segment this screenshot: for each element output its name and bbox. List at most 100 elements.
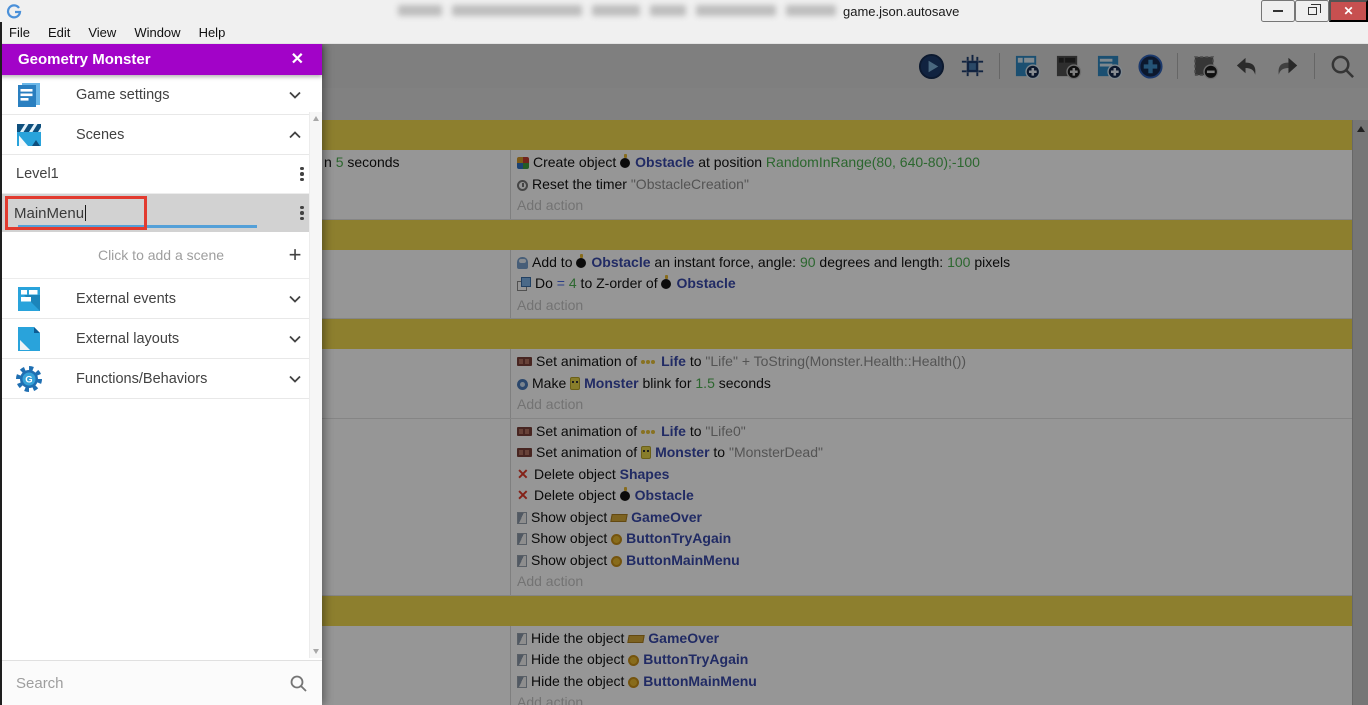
chevron-down-icon bbox=[282, 82, 308, 108]
menu-bar: File Edit View Window Help bbox=[0, 22, 1368, 44]
panel-item-external-layouts[interactable]: External layouts bbox=[0, 319, 322, 359]
action-line[interactable]: Reset the timer "ObstacleCreation" bbox=[517, 174, 1352, 196]
actions-column[interactable]: Hide the object GameOver Hide the object … bbox=[511, 626, 1352, 705]
event-group-bar[interactable] bbox=[322, 219, 1352, 250]
event-group-bar[interactable] bbox=[322, 595, 1352, 626]
show-icon bbox=[517, 511, 527, 524]
text-segment: 4 bbox=[568, 275, 577, 291]
scene-rename-input[interactable]: MainMenu bbox=[14, 204, 290, 222]
panel-item-functions-behaviors[interactable]: G Functions/Behaviors bbox=[0, 359, 322, 399]
add-circle-button[interactable] bbox=[1136, 52, 1164, 80]
actions-column[interactable]: Set animation of Life to "Life" + ToStri… bbox=[511, 349, 1352, 418]
add-action-link[interactable]: Add action bbox=[517, 571, 1352, 593]
text-segment: an instant force, angle: bbox=[650, 253, 800, 270]
actions-column[interactable]: Create object Obstacle at position Rando… bbox=[511, 150, 1352, 219]
conditions-column[interactable] bbox=[322, 349, 511, 418]
action-line[interactable]: Delete object Obstacle bbox=[517, 485, 1352, 507]
text-caret bbox=[85, 204, 87, 221]
scroll-up-icon bbox=[313, 116, 319, 121]
text-segment: ButtonTryAgain bbox=[643, 651, 749, 667]
restore-button[interactable] bbox=[1295, 0, 1329, 22]
add-comment-button[interactable] bbox=[1095, 52, 1123, 80]
scene-item-mainmenu-editing[interactable]: MainMenu bbox=[0, 194, 322, 232]
add-scene-row[interactable]: Click to add a scene + bbox=[0, 232, 322, 279]
event-group-bar[interactable] bbox=[322, 120, 1352, 150]
action-line[interactable]: Show object GameOver bbox=[517, 507, 1352, 529]
text-segment: Hide the object bbox=[531, 651, 629, 667]
event-row[interactable]: Set animation of Life to "Life0" Set anim… bbox=[322, 418, 1352, 596]
action-line[interactable]: Show object ButtonMainMenu bbox=[517, 550, 1352, 572]
panel-item-game-settings[interactable]: Game settings bbox=[0, 75, 322, 115]
event-row[interactable]: Add to Obstacle an instant force, angle:… bbox=[322, 249, 1352, 319]
action-line[interactable]: Add to Obstacle an instant force, angle:… bbox=[517, 252, 1352, 274]
event-group-bar[interactable] bbox=[322, 319, 1352, 349]
action-line[interactable]: Hide the object ButtonMainMenu bbox=[517, 671, 1352, 693]
text-segment: "Life" + ToString(Monster.Health::Health… bbox=[705, 353, 967, 369]
plus-icon[interactable]: + bbox=[282, 242, 308, 268]
search-input[interactable] bbox=[16, 674, 281, 692]
search-button[interactable] bbox=[1328, 52, 1356, 80]
scene-item-level1[interactable]: Level1 bbox=[0, 155, 322, 194]
action-line[interactable]: Create object Obstacle at position Rando… bbox=[517, 152, 1352, 174]
button-icon bbox=[611, 534, 623, 545]
text-segment: Set animation of bbox=[536, 353, 642, 369]
add-event-button[interactable] bbox=[1013, 52, 1041, 80]
action-line[interactable]: Make Monster blink for 1.5 seconds bbox=[517, 373, 1352, 395]
conditions-column[interactable] bbox=[322, 625, 511, 705]
panel-item-label: External events bbox=[76, 290, 176, 307]
action-line[interactable]: Hide the object GameOver bbox=[517, 628, 1352, 650]
redo-button[interactable] bbox=[1273, 52, 1301, 80]
close-window-button[interactable]: ✕ bbox=[1329, 0, 1368, 22]
add-action-link[interactable]: Add action bbox=[517, 692, 1352, 705]
action-line[interactable]: Do = 4 to Z-order of Obstacle bbox=[517, 273, 1352, 295]
action-line[interactable]: Set animation of Life to "Life" + ToStri… bbox=[517, 351, 1352, 373]
close-panel-button[interactable]: ✕ bbox=[285, 51, 310, 68]
blink-icon bbox=[517, 378, 528, 390]
text-segment: 1.5 bbox=[695, 374, 715, 391]
menu-item-view[interactable]: View bbox=[79, 25, 125, 40]
text-segment: = bbox=[556, 275, 565, 291]
text-segment: Life bbox=[661, 422, 686, 439]
action-line[interactable]: Show object ButtonTryAgain bbox=[517, 528, 1352, 550]
action-line[interactable]: Set animation of Monster to "MonsterDead… bbox=[517, 442, 1352, 464]
event-row[interactable]: Set animation of Life to "Life" + ToStri… bbox=[322, 349, 1352, 419]
undo-icon bbox=[1233, 53, 1260, 80]
undo-button[interactable] bbox=[1232, 52, 1260, 80]
panel-item-label: Functions/Behaviors bbox=[76, 370, 208, 387]
minimize-button[interactable] bbox=[1261, 0, 1295, 22]
panel-scrollbar[interactable] bbox=[309, 112, 322, 658]
scroll-down-icon bbox=[313, 649, 319, 654]
text-segment: Show object bbox=[531, 508, 612, 525]
add-action-link[interactable]: Add action bbox=[517, 394, 1352, 416]
conditions-column[interactable]: n 5 seconds bbox=[322, 150, 511, 219]
add-action-link[interactable]: Add action bbox=[517, 195, 1352, 217]
add-action-link[interactable]: Add action bbox=[517, 295, 1352, 317]
menu-item-file[interactable]: File bbox=[0, 25, 39, 40]
event-row[interactable]: Hide the object GameOver Hide the object … bbox=[322, 625, 1352, 705]
external-layouts-icon bbox=[14, 324, 44, 354]
panel-item-external-events[interactable]: External events bbox=[0, 279, 322, 319]
panel-item-scenes[interactable]: Scenes bbox=[0, 115, 322, 155]
condition-line[interactable]: n 5 seconds bbox=[324, 152, 510, 174]
menu-item-window[interactable]: Window bbox=[125, 25, 189, 40]
text-segment: Life bbox=[661, 353, 686, 369]
menu-item-edit[interactable]: Edit bbox=[39, 25, 79, 40]
conditions-column[interactable] bbox=[322, 418, 511, 595]
text-segment: 90 bbox=[799, 253, 816, 270]
play-button[interactable] bbox=[917, 52, 945, 80]
action-line[interactable]: Set animation of Life to "Life0" bbox=[517, 421, 1352, 443]
add-sub-event-button[interactable] bbox=[1054, 52, 1082, 80]
events-scrollbar[interactable] bbox=[1352, 120, 1368, 705]
actions-column[interactable]: Add to Obstacle an instant force, angle:… bbox=[511, 250, 1352, 319]
text-segment: Hide the object bbox=[531, 672, 629, 689]
conditions-column[interactable] bbox=[322, 249, 511, 318]
action-line[interactable]: Delete object Shapes bbox=[517, 464, 1352, 486]
debug-button[interactable] bbox=[958, 52, 986, 80]
event-row[interactable]: n 5 seconds Create object Obstacle at pos… bbox=[322, 150, 1352, 220]
text-segment: degrees and length: bbox=[815, 253, 948, 270]
actions-column[interactable]: Set animation of Life to "Life0" Set anim… bbox=[511, 419, 1352, 595]
text-segment: 100 bbox=[947, 253, 971, 270]
remove-event-button[interactable] bbox=[1191, 52, 1219, 80]
action-line[interactable]: Hide the object ButtonTryAgain bbox=[517, 649, 1352, 671]
menu-item-help[interactable]: Help bbox=[190, 25, 235, 40]
